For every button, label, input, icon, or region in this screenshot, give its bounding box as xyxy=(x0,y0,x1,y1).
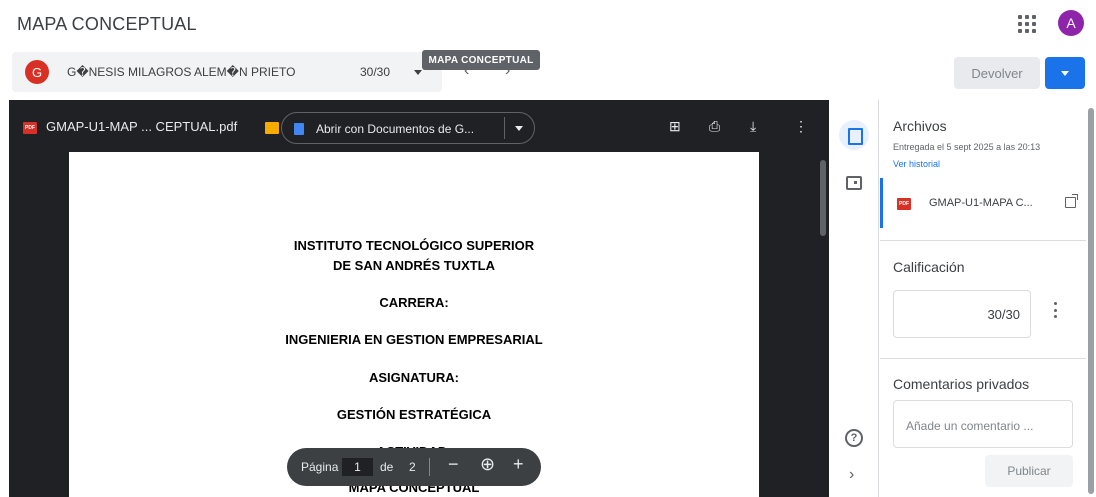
chevron-down-icon[interactable] xyxy=(414,70,422,75)
zoom-fit-icon[interactable]: ⊕ xyxy=(480,454,495,475)
private-comments-title: Comentarios privados xyxy=(893,376,1030,392)
attachment-item[interactable]: PDF GMAP-U1-MAPA C... xyxy=(880,178,1086,228)
pdf-file-icon: PDF xyxy=(23,122,37,134)
pdf-page: INSTITUTO TECNOLÓGICO SUPERIOR DE SAN AN… xyxy=(69,152,759,497)
private-comment-input[interactable] xyxy=(906,419,1060,433)
zoom-in-icon[interactable]: + xyxy=(513,454,524,475)
side-rail: ? › xyxy=(829,100,879,497)
comment-bank-icon[interactable] xyxy=(846,176,862,190)
divider xyxy=(429,458,430,476)
more-options-icon[interactable]: ⋮ xyxy=(794,118,808,135)
document-line: DE SAN ANDRÉS TUXTLA xyxy=(332,258,496,273)
return-button[interactable]: Devolver xyxy=(954,57,1040,89)
panel-scrollbar[interactable] xyxy=(1088,108,1094,494)
help-icon[interactable]: ? xyxy=(845,429,863,447)
file-title: GMAP-U1-MAP ... CEPTUAL.pdf xyxy=(46,119,238,134)
turned-in-status: Entregada el 5 sept 2025 a las 20:13 xyxy=(893,142,1041,152)
print-icon[interactable]: ⎙ xyxy=(709,118,720,135)
chevron-right-icon[interactable]: › xyxy=(849,466,854,484)
return-options-button[interactable] xyxy=(1045,57,1085,89)
docs-icon xyxy=(294,123,304,135)
attachment-name: GMAP-U1-MAPA C... xyxy=(929,197,1033,209)
document-line: CARRERA: xyxy=(379,295,449,310)
grade-value: 30/30 xyxy=(987,307,1020,322)
account-avatar[interactable]: A xyxy=(1058,10,1084,36)
page-title: MAPA CONCEPTUAL xyxy=(17,14,197,34)
add-comment-icon[interactable]: ⊞ xyxy=(669,118,681,135)
download-icon[interactable]: ⤓ xyxy=(750,118,756,135)
open-with-button[interactable]: Abrir con Documentos de G... xyxy=(281,112,535,144)
page-controls: Página 1 de 2 − ⊕ + xyxy=(287,448,541,486)
page-label: Página xyxy=(301,460,339,474)
pdf-viewer: PDF GMAP-U1-MAP ... CEPTUAL.pdf Abrir co… xyxy=(9,100,829,497)
zoom-out-icon[interactable]: − xyxy=(448,454,459,475)
chevron-down-icon[interactable] xyxy=(515,126,523,131)
document-line: ASIGNATURA: xyxy=(368,370,460,385)
grading-panel: Archivos Entregada el 5 sept 2025 a las … xyxy=(880,100,1086,497)
student-avatar: G xyxy=(25,60,49,84)
divider xyxy=(880,240,1086,241)
page-number-input[interactable]: 1 xyxy=(342,458,373,476)
grade-options-icon[interactable] xyxy=(1054,302,1057,318)
divider xyxy=(504,117,505,139)
slides-icon xyxy=(265,122,279,134)
files-title: Archivos xyxy=(893,118,947,134)
viewer-scrollbar[interactable] xyxy=(820,160,826,236)
grade-input[interactable]: 30/30 xyxy=(893,290,1031,338)
student-name: G�NESIS MILAGROS ALEM�N PRIETO xyxy=(67,65,296,79)
document-line: GESTIÓN ESTRATÉGICA xyxy=(336,407,492,422)
student-selector[interactable]: G G�NESIS MILAGROS ALEM�N PRIETO 30/30 xyxy=(12,52,442,92)
grade-title: Calificación xyxy=(893,259,965,275)
document-line: INSTITUTO TECNOLÓGICO SUPERIOR xyxy=(293,238,535,253)
publish-button[interactable]: Publicar xyxy=(985,455,1073,487)
tooltip: MAPA CONCEPTUAL xyxy=(422,50,540,70)
divider xyxy=(880,358,1086,359)
view-history-link[interactable]: Ver historial xyxy=(893,159,940,169)
apps-grid-icon[interactable] xyxy=(1018,15,1036,33)
student-work-icon[interactable] xyxy=(839,120,869,150)
student-grade: 30/30 xyxy=(360,65,391,79)
open-with-label: Abrir con Documentos de G... xyxy=(316,122,475,136)
document-line: INGENIERIA EN GESTION EMPRESARIAL xyxy=(285,332,543,347)
page-total: 2 xyxy=(409,460,416,474)
private-comment-field[interactable] xyxy=(893,400,1073,448)
page-of-label: de xyxy=(380,460,394,474)
pdf-file-icon: PDF xyxy=(897,198,911,210)
top-bar: MAPA CONCEPTUAL A xyxy=(0,0,1096,48)
open-in-new-icon[interactable] xyxy=(1065,194,1078,208)
